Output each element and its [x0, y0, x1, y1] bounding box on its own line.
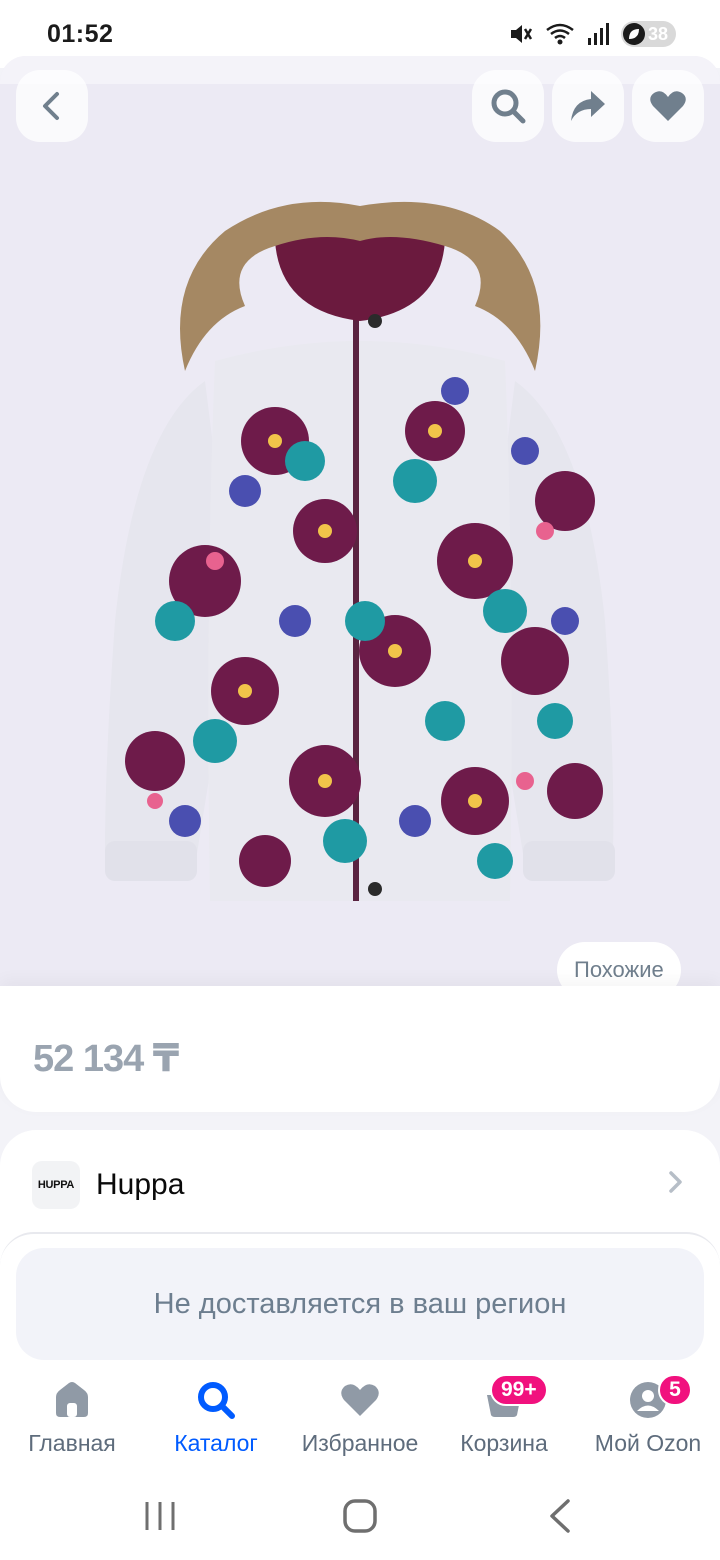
heart-icon — [650, 91, 686, 121]
brand-row[interactable]: HUPPA Huppa — [32, 1160, 684, 1210]
nav-label-profile: Мой Ozon — [594, 1430, 702, 1456]
search-icon — [192, 1376, 240, 1424]
mute-icon — [507, 21, 533, 47]
battery-icon: 38 — [620, 21, 676, 47]
price-card: 52 134 ₸ — [0, 986, 720, 1112]
heart-icon — [336, 1376, 384, 1424]
nav-label-home: Главная — [28, 1430, 116, 1456]
leaf-icon — [622, 23, 645, 45]
recent-apps-button[interactable] — [120, 1486, 200, 1546]
share-button[interactable] — [552, 70, 624, 142]
product-price: 52 134 ₸ — [33, 1038, 179, 1080]
back-arrow-icon — [43, 92, 59, 120]
brand-logo: HUPPA — [32, 1161, 80, 1209]
delivery-note: Не доставляется в ваш регион — [16, 1248, 704, 1360]
home-button[interactable] — [320, 1486, 400, 1546]
nav-item-cart[interactable]: 99+ Корзина — [432, 1362, 576, 1472]
bottom-nav: Главная Каталог Избранное 99+ Корзина 5 … — [0, 1362, 720, 1472]
signal-icon — [587, 22, 609, 46]
profile-badge: 5 — [658, 1374, 692, 1406]
system-back-button[interactable] — [520, 1486, 600, 1546]
favorite-button[interactable] — [632, 70, 704, 142]
nav-item-home[interactable]: Главная — [0, 1362, 144, 1472]
home-circle-icon — [343, 1499, 377, 1533]
nav-item-catalog[interactable]: Каталог — [144, 1362, 288, 1472]
nav-label-favorites: Избранное — [301, 1430, 419, 1456]
recent-apps-icon — [145, 1502, 175, 1530]
nav-item-favorites[interactable]: Избранное — [288, 1362, 432, 1472]
search-icon — [491, 89, 526, 124]
home-icon — [48, 1376, 96, 1424]
wifi-icon — [545, 21, 575, 47]
jacket-image — [105, 201, 615, 901]
share-icon — [571, 91, 605, 121]
delivery-card: Не доставляется в ваш регион — [0, 1232, 720, 1372]
similar-button[interactable]: Похожие — [557, 942, 681, 986]
search-button[interactable] — [472, 70, 544, 142]
product-page: 01:52 38 Похожие 52 134 ₸ HUPPA Huppa Не… — [0, 0, 720, 1560]
battery-level: 38 — [647, 23, 668, 44]
system-nav-bar — [0, 1472, 720, 1560]
cart-badge: 99+ — [490, 1374, 548, 1406]
nav-label-catalog: Каталог — [174, 1430, 258, 1456]
back-button[interactable] — [16, 70, 88, 142]
nav-label-cart: Корзина — [460, 1430, 548, 1456]
status-time: 01:52 — [47, 19, 114, 48]
product-gallery[interactable]: Похожие — [0, 56, 720, 986]
back-chevron-icon — [550, 1499, 570, 1533]
nav-item-profile[interactable]: 5 Мой Ozon — [576, 1362, 720, 1472]
brand-name: Huppa — [96, 1168, 185, 1201]
status-icons: 38 — [507, 21, 676, 47]
chevron-right-icon — [668, 1169, 684, 1201]
